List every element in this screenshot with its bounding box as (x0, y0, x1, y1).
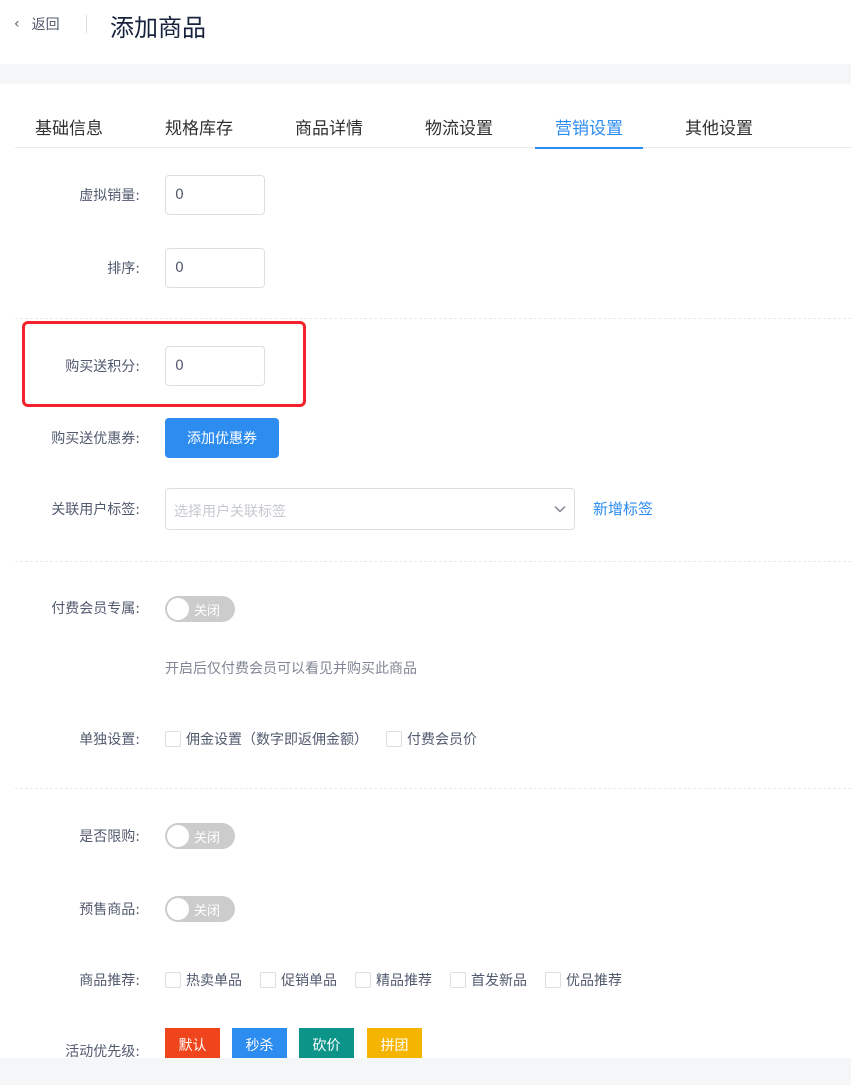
page-header: ‹ 返回 添加商品 (0, 0, 851, 64)
tab-bar: 基础信息 规格库存 商品详情 物流设置 营销设置 其他设置 (15, 84, 851, 149)
vip-exclusive-hint: 开启后仅付费会员可以看见并购买此商品 (165, 661, 417, 677)
switch-knob (167, 898, 189, 920)
quality-checkbox[interactable]: 优品推荐 (545, 970, 622, 990)
back-label: 返回 (31, 17, 60, 33)
presale-switch[interactable]: 关闭 (165, 896, 235, 922)
sort-label: 排序: (107, 261, 140, 277)
vip-exclusive-label: 付费会员专属: (51, 601, 140, 617)
add-tag-link[interactable]: 新增标签 (593, 498, 653, 519)
hot-sale-checkbox[interactable]: 热卖单品 (165, 970, 242, 990)
separate-settings-group: 佣金设置（数字即返佣金额） 付费会员价 (165, 729, 495, 749)
checkbox-box[interactable] (165, 731, 181, 747)
user-tags-select[interactable]: 选择用户关联标签 (165, 488, 575, 530)
switch-state: 关闭 (194, 831, 221, 846)
recommend-label: 商品推荐: (79, 973, 140, 989)
user-tags-label: 关联用户标签: (51, 502, 140, 518)
page-title: 添加商品 (110, 14, 206, 42)
checkbox-label: 促销单品 (281, 973, 337, 989)
checkbox-label: 优品推荐 (566, 973, 622, 989)
switch-state: 关闭 (194, 904, 221, 919)
checkbox-box[interactable] (355, 972, 371, 988)
presale-label: 预售商品: (79, 902, 140, 918)
recommend-group: 热卖单品 促销单品 精品推荐 首发新品 优品推荐 (165, 970, 640, 990)
switch-knob (167, 598, 189, 620)
checkbox-label: 佣金设置（数字即返佣金额） (186, 732, 368, 748)
add-coupon-button[interactable]: 添加优惠券 (165, 418, 279, 458)
checkbox-label: 精品推荐 (376, 973, 432, 989)
tab-other[interactable]: 其他设置 (685, 114, 753, 148)
new-release-checkbox[interactable]: 首发新品 (450, 970, 527, 990)
switch-knob (167, 825, 189, 847)
vip-price-checkbox[interactable]: 付费会员价 (386, 729, 477, 749)
virtual-sales-label: 虚拟销量: (79, 188, 140, 204)
tab-detail[interactable]: 商品详情 (295, 114, 363, 148)
checkbox-box[interactable] (545, 972, 561, 988)
priority-tag-default[interactable]: 默认 (165, 1028, 220, 1058)
checkbox-label: 付费会员价 (407, 732, 477, 748)
virtual-sales-input[interactable] (165, 175, 265, 215)
user-tags-placeholder: 选择用户关联标签 (174, 504, 286, 520)
tab-marketing[interactable]: 营销设置 (535, 114, 643, 149)
tab-spec-stock[interactable]: 规格库存 (165, 114, 233, 148)
priority-tag-group[interactable]: 拼团 (367, 1028, 422, 1058)
tab-basic-info[interactable]: 基础信息 (35, 114, 103, 148)
chevron-down-icon (554, 505, 566, 513)
separate-settings-label: 单独设置: (79, 732, 140, 748)
section-divider (15, 788, 851, 789)
section-divider (15, 561, 851, 562)
checkbox-box[interactable] (165, 972, 181, 988)
give-coupon-label: 购买送优惠券: (51, 431, 140, 447)
priority-tag-seckill[interactable]: 秒杀 (232, 1028, 287, 1058)
limit-buy-switch[interactable]: 关闭 (165, 823, 235, 849)
tab-logistics[interactable]: 物流设置 (425, 114, 493, 148)
checkbox-box[interactable] (450, 972, 466, 988)
header-divider (86, 15, 87, 33)
commission-checkbox[interactable]: 佣金设置（数字即返佣金额） (165, 729, 368, 749)
form-card: 基础信息 规格库存 商品详情 物流设置 营销设置 其他设置 虚拟销量: 排序: … (0, 84, 851, 1058)
checkbox-label: 热卖单品 (186, 973, 242, 989)
switch-state: 关闭 (194, 604, 221, 619)
checkbox-box[interactable] (386, 731, 402, 747)
promotion-checkbox[interactable]: 促销单品 (260, 970, 337, 990)
highlight-box (22, 321, 306, 407)
checkbox-box[interactable] (260, 972, 276, 988)
back-button[interactable]: ‹ 返回 (14, 14, 60, 34)
priority-tag-bargain[interactable]: 砍价 (299, 1028, 354, 1058)
checkbox-label: 首发新品 (471, 973, 527, 989)
chevron-left-icon: ‹ (14, 16, 20, 32)
vip-exclusive-switch[interactable]: 关闭 (165, 596, 235, 622)
sort-input[interactable] (165, 248, 265, 288)
section-divider (15, 318, 851, 319)
priority-label: 活动优先级: (65, 1044, 140, 1058)
featured-checkbox[interactable]: 精品推荐 (355, 970, 432, 990)
limit-buy-label: 是否限购: (79, 829, 140, 845)
